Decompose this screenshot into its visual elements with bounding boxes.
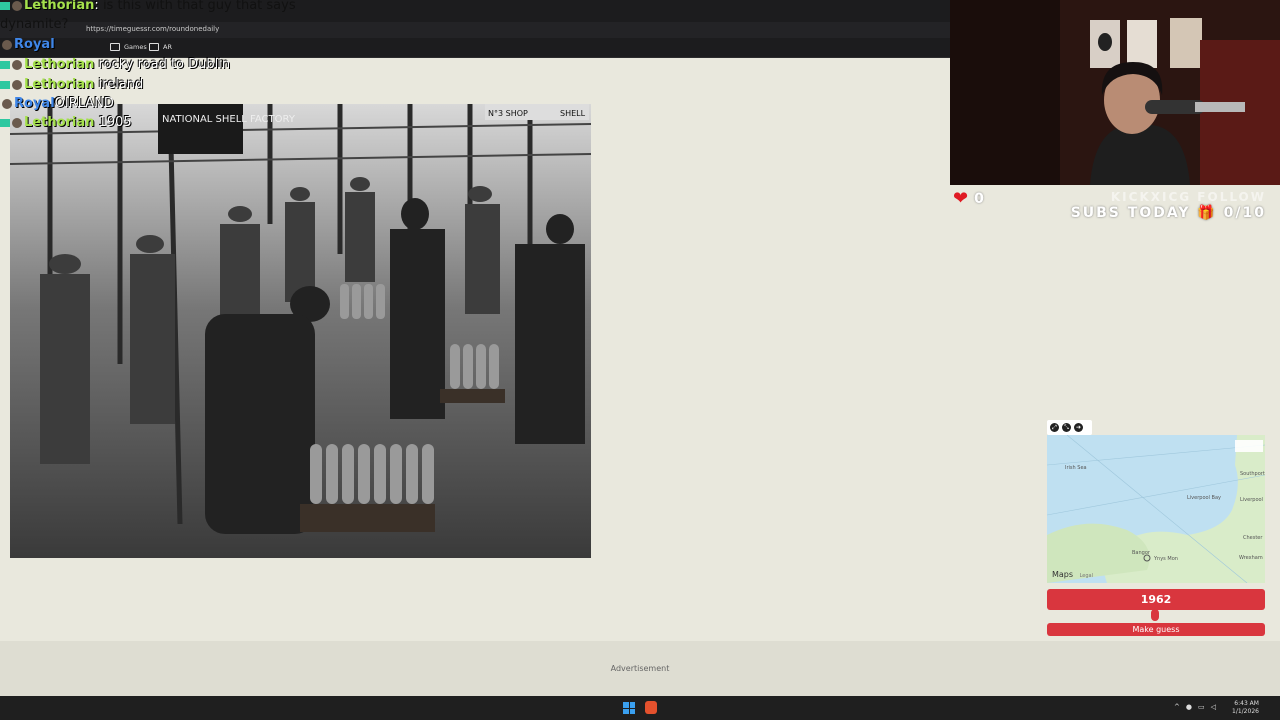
avatar [2,39,12,50]
chat-text: dynamite? [0,17,69,32]
map-place: Liverpool [1240,497,1263,503]
avatar [12,117,22,128]
badge-icon [0,80,10,89]
system-tray: ^ ● ▭ ◁ [1174,703,1216,711]
factory-photo-illustration: NATIONAL SHELL FACTORY N°3 SHOP SHELL [10,104,591,558]
chat-separator: : [94,0,99,13]
chat-text: OIRLAND [54,96,114,111]
map-place: Chester [1243,535,1263,541]
windows-start-icon[interactable] [623,702,635,714]
clock-date: 1/1/2026 [1232,708,1259,715]
map-place: Bangor [1132,550,1150,556]
chat-message: Royal [2,37,55,52]
volume-icon[interactable]: ◁ [1211,703,1216,711]
map-place: Southport [1240,471,1265,477]
avatar [12,0,22,11]
chat-message: Lethorian 1905 [0,115,132,130]
maps-attribution-text: Maps [1052,570,1074,579]
year-slider-thumb[interactable] [1151,609,1159,621]
follow-goal-text: KICKXICG FOLLOW [1110,190,1266,204]
map-place: Ynys Mon [1154,556,1178,562]
chat-message: dynamite? [0,17,68,32]
chat-username: Lethorian [24,0,95,13]
webcam-illustration [950,0,1280,185]
chat-username: Royal [14,37,55,52]
avatar [12,79,22,90]
sign-right-1: N°3 SHOP [488,109,528,118]
chat-message: Lethorian: is this with that guy that sa… [0,0,296,13]
make-guess-button[interactable]: Make guess [1047,623,1265,636]
network-icon[interactable]: ▭ [1198,703,1205,711]
chat-message: Lethorian ireland [0,77,143,92]
bookmark-label: Games [124,43,147,51]
badge-icon [0,1,10,10]
avatar [2,98,12,109]
chat-message: RoyalOIRLAND [2,96,114,111]
guess-map[interactable]: Irish Sea Liverpool Southport Chester Wr… [1047,435,1265,583]
heart-count: 0 [974,190,984,207]
chat-text: is this with that guy that says [102,0,296,13]
chat-username: Lethorian [24,77,95,92]
taskbar-clock[interactable]: 6:43 AM 1/1/2026 [1232,700,1259,716]
map-controls: ⤢ ⤡ ➜ [1047,420,1092,435]
advertisement-label: Advertisement [610,664,670,673]
webcam-feed [950,0,1280,185]
heart-counter: ❤ 0 [953,188,984,209]
microphone-icon[interactable]: ● [1186,703,1192,711]
historical-photo: NATIONAL SHELL FACTORY N°3 SHOP SHELL [10,104,591,558]
bookmark-ar[interactable]: AR [149,43,172,51]
chat-text: ireland [98,77,144,92]
chevron-up-icon[interactable]: ^ [1174,703,1180,711]
badge-icon [0,60,10,69]
expand-icon[interactable]: ⤢ [1050,423,1059,432]
chat-username: Royal [14,96,55,111]
map-place: Irish Sea [1065,465,1087,471]
avatar [12,59,22,70]
year-display: 1962 [1047,589,1265,610]
heart-icon: ❤ [953,188,969,209]
clock-time: 6:43 AM [1234,700,1259,707]
bookmark-label: AR [163,43,172,51]
brave-browser-icon[interactable] [645,701,657,714]
shrink-icon[interactable]: ⤡ [1062,423,1071,432]
folder-icon [110,43,120,51]
chat-text: 1905 [98,115,132,130]
badge-icon [0,118,10,127]
sign-left: NATIONAL SHELL FACTORY [162,114,296,125]
chat-text: rocky road to Dublin [98,57,231,72]
folder-icon [149,43,159,51]
chat-message: Lethorian rocky road to Dublin [0,57,230,72]
sign-right-2: SHELL [560,109,586,118]
url-text[interactable]: https://timeguessr.com/roundonedaily [86,25,219,33]
bookmark-games[interactable]: Games [110,43,147,51]
chat-username: Lethorian [24,57,95,72]
map-place: Wrexham [1239,555,1263,561]
subs-goal-text: SUBS TODAY 🎁 0/10 [1070,205,1266,221]
taskbar [0,696,1280,720]
legal-link[interactable]: Legal [1080,573,1093,579]
arrow-icon[interactable]: ➜ [1074,423,1083,432]
chat-username: Lethorian [24,115,95,130]
map-place: Liverpool Bay [1187,495,1221,501]
maps-attribution: Maps Legal [1052,570,1093,579]
